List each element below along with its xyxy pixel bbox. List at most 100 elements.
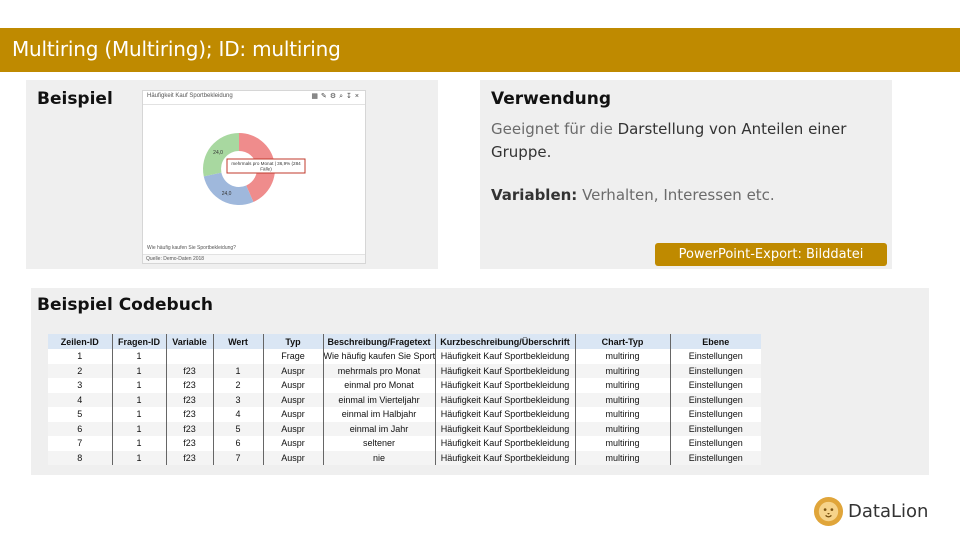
table-cell: f23 [166, 378, 214, 393]
table-cell: 3 [48, 378, 113, 393]
column-header: Chart-Typ [575, 334, 671, 349]
table-row: 7 1 f23 6 Auspr seltener Häufigkeit Kauf Sport… [48, 436, 761, 451]
lion-icon [813, 496, 844, 527]
table-cell: 5 [213, 421, 264, 436]
table-cell [213, 349, 264, 364]
table-cell: 1 [112, 392, 167, 407]
chart-question: Wie häufig kaufen Sie Sportbekleidung? [147, 245, 236, 251]
table-cell: einmal pro Monat [323, 378, 436, 393]
table-cell: Einstellungen [688, 438, 743, 449]
table-cell: 1 [112, 363, 167, 378]
verwendung-text-pre: Geeignet für die [491, 120, 618, 138]
table-cell: Einstellungen [670, 450, 761, 465]
column-header: Fragen-ID [112, 334, 167, 349]
chart-footer: Quelle: Demo-Daten 2018 [143, 254, 365, 263]
table-row: 2 1 f23 1 Auspr mehrmals pro Monat Häufigkeit … [48, 363, 761, 378]
edit-icon[interactable]: ✎ [321, 93, 330, 100]
table-cell: einmal im Jahr [323, 421, 436, 436]
table-cell: Häufigkeit Kauf Sportbekleidung [435, 363, 576, 378]
table-cell [166, 349, 214, 364]
variables-label: Variablen: [491, 186, 578, 204]
column-header: Ebene [670, 334, 761, 349]
table-cell: Auspr [263, 407, 324, 422]
column-header: Variable [166, 334, 214, 349]
table-cell: einmal im Halbjahr [323, 407, 436, 422]
verwendung-description: Geeignet für die Darstellung von Anteile… [491, 118, 886, 164]
table-cell: f23 [166, 421, 214, 436]
table-header-row: Zeilen-ID Fragen-ID Variable Wert Typ Beschre… [48, 334, 761, 349]
table-cell: Wie häufig kaufen Sie Sportbekleidung? [323, 349, 436, 364]
table-row: 11 FrageWie häufig kaufen Sie Sportbeklei… [48, 349, 761, 364]
table-cell: 5 [48, 407, 113, 422]
table-row: 6 1 f23 5 Auspr einmal im Jahr Häufigkeit Kauf… [48, 421, 761, 436]
column-header: Typ [263, 334, 324, 349]
slice-label: 24,0 [222, 191, 232, 197]
beispiel-heading: Beispiel [37, 89, 113, 109]
table-cell: Auspr [263, 378, 324, 393]
table-cell: Häufigkeit Kauf Sportbekleidung [435, 450, 576, 465]
codebuch-panel: Beispiel Codebuch Zeilen-ID Fragen-ID Vari… [31, 288, 929, 475]
table-cell: 8 [48, 450, 113, 465]
table-cell: 1 [112, 436, 167, 451]
download-icon[interactable]: ↧ [346, 93, 355, 100]
table-cell: Frage [263, 349, 324, 364]
codebuch-table: Zeilen-ID Fragen-ID Variable Wert Typ Beschre… [48, 334, 761, 465]
table-cell: Häufigkeit Kauf Sportbekleidung [435, 407, 576, 422]
verwendung-panel: Verwendung Geeignet für die Darstellung … [480, 80, 892, 269]
table-cell: 1 [48, 349, 113, 364]
close-icon[interactable]: × [355, 93, 362, 100]
table-cell: multiring [575, 450, 671, 465]
column-header: Kurzbeschreibung/Überschrift [435, 334, 576, 349]
table-cell: Einstellungen [670, 392, 761, 407]
chart-screenshot: Häufigkeit Kauf Sportbekleidung ▦✎⚙⌕↧× 3… [142, 90, 366, 264]
table-body: 11FrageWie häufig kaufen Sie Sportbeklei… [48, 349, 761, 465]
powerpoint-export-button[interactable]: PowerPoint-Export: Bilddatei [655, 243, 887, 266]
table-cell: 2 [48, 363, 113, 378]
chart-tooltip: mehrmals pro Monat | 36,9% (284Fälle) [226, 158, 306, 174]
beispiel-panel: Beispiel Häufigkeit Kauf Sportbekleidung… [26, 80, 438, 269]
table-cell: multiring [575, 407, 671, 422]
table-cell: 2 [213, 378, 264, 393]
title-bar: Multiring (Multiring); ID: multiring [0, 28, 960, 72]
verwendung-heading: Verwendung [491, 89, 612, 109]
logo-text: DataLion [848, 501, 929, 522]
table-cell: 7 [213, 450, 264, 465]
settings-icon[interactable]: ⚙ [330, 93, 339, 100]
table-row: 5 1 f23 4 Auspr einmal im Halbjahr Häufigkeit … [48, 407, 761, 422]
table-cell: Auspr [263, 363, 324, 378]
table-cell: f23 [166, 407, 214, 422]
table-cell: f23 [166, 450, 214, 465]
chart-window-title: Häufigkeit Kauf Sportbekleidung [147, 93, 233, 99]
variables-value: Verhalten, Interessen etc. [577, 186, 775, 204]
table-cell: Häufigkeit Kauf Sportbekleidung [435, 349, 576, 364]
table-cell: Häufigkeit Kauf Sportbekleidung [435, 392, 576, 407]
table-cell: 7 [48, 436, 113, 451]
table-cell: 1 [112, 378, 167, 393]
table-cell: 1 [112, 407, 167, 422]
table-cell: f23 [166, 436, 214, 451]
column-header: Beschreibung/Fragetext [323, 334, 436, 349]
chart-toolbar: ▦✎⚙⌕↧× [311, 92, 362, 101]
chart-source: Quelle: Demo-Daten 2018 [146, 256, 205, 262]
datalion-logo: DataLion [813, 496, 933, 528]
donut-chart: 36,924,024,0mehrmals pro Monat | 36,9% (… [203, 133, 306, 205]
table-row: 4 1 f23 3 Auspr einmal im Vierteljahr Häufigke… [48, 392, 761, 407]
table-icon[interactable]: ▦ [311, 93, 321, 100]
table-cell: seltener [323, 436, 436, 451]
table-cell: Auspr [263, 392, 324, 407]
table-cell: nie [323, 450, 436, 465]
table-cell: 1 [112, 349, 167, 364]
table-cell: Einstellungen [688, 409, 743, 420]
table-cell: multiring [575, 421, 671, 436]
tooltip-text: mehrmals pro Monat | 36,9% (284 [231, 161, 301, 166]
donut-slice[interactable] [203, 172, 254, 205]
table-row: 8 1 f23 7 Auspr nie Häufigkeit Kauf Sportbekle… [48, 450, 761, 465]
table-cell: multiring [575, 349, 671, 364]
table-cell: 4 [48, 392, 113, 407]
table-cell: multiring [575, 363, 671, 378]
zoom-icon[interactable]: ⌕ [339, 93, 346, 100]
table-cell: einmal im Vierteljahr [323, 392, 436, 407]
table-cell: 3 [213, 392, 264, 407]
chart-window-header: Häufigkeit Kauf Sportbekleidung ▦✎⚙⌕↧× [143, 91, 365, 105]
column-header: Zeilen-ID [48, 334, 113, 349]
